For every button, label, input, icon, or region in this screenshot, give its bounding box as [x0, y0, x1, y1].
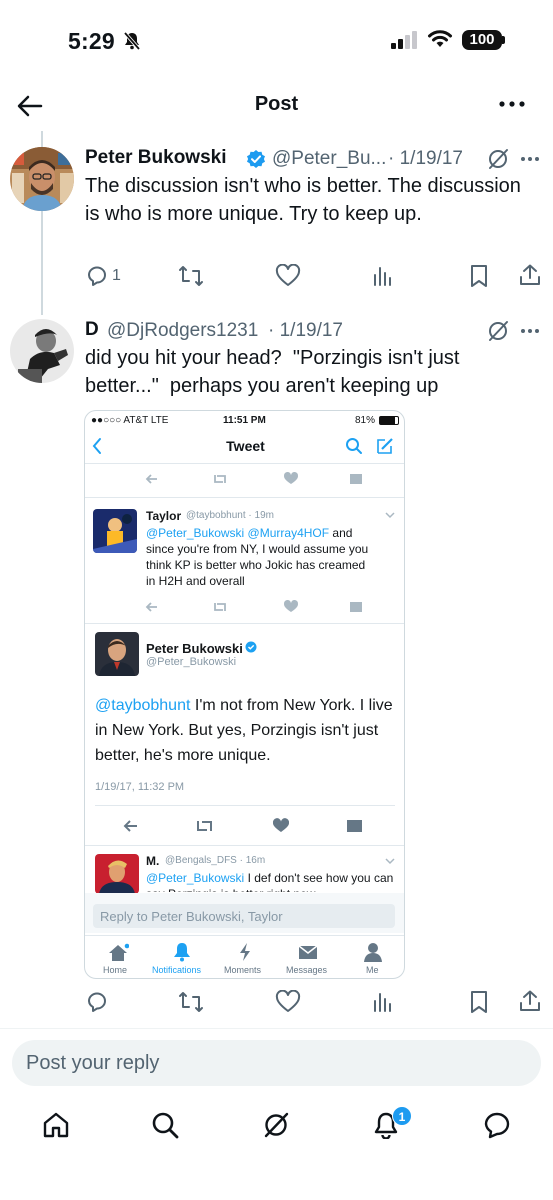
embed-peter-name: Peter Bukowski [146, 641, 243, 656]
embed-notifications-icon [173, 942, 191, 962]
embed-tab-me: Me [366, 965, 379, 975]
bookmark-icon[interactable] [468, 264, 490, 288]
embed-time: 11:51 PM [223, 415, 266, 426]
reply-count: 1 [112, 267, 121, 284]
author-handle[interactable]: @Peter_Bu... [272, 148, 386, 170]
share-icon[interactable] [518, 263, 542, 287]
embed-verified-icon [245, 641, 257, 653]
embed-chevron-icon [385, 511, 395, 519]
grok-icon[interactable] [486, 319, 510, 343]
embed-actions-row [85, 597, 404, 617]
post-text: did you hit your head? "Porzingis isn't … [85, 347, 466, 397]
post-date: · 1/19/17 [388, 148, 463, 169]
embed-m-name: M. [146, 854, 160, 868]
embed-moments-icon [238, 942, 252, 962]
verified-badge-icon [246, 149, 266, 169]
repost-icon[interactable] [178, 264, 204, 288]
page-title: Post [254, 93, 299, 115]
embed-chevron-icon [385, 857, 395, 865]
embed-m-handle: @Bengals_DFS · 16m [165, 855, 266, 866]
reply-placeholder: Post your reply [26, 1052, 160, 1074]
battery-indicator: 100 [462, 30, 502, 50]
grok-icon[interactable] [486, 147, 510, 171]
search-icon[interactable] [151, 1111, 179, 1139]
embed-messages-icon [298, 945, 318, 960]
embed-tab-notifications: Notifications [152, 965, 202, 975]
embed-home-icon [107, 943, 129, 963]
avatar[interactable] [10, 319, 74, 383]
embed-tab-moments: Moments [224, 965, 262, 975]
author-name[interactable]: Peter Bukowski [85, 147, 227, 169]
embed-taylor-text: @Peter_Bukowski @Murray4HOF and since yo… [146, 525, 374, 589]
status-time: 5:29 [68, 28, 115, 54]
embedded-screenshot[interactable]: ●●○○○ AT&T LTE 11:51 PM 81% Tweet Taylor… [84, 410, 405, 979]
embed-carrier: ●●○○○ AT&T LTE [91, 415, 169, 426]
embed-avatar-peter [95, 632, 139, 676]
embed-avatar-m [95, 854, 139, 894]
cellular-signal-icon [391, 31, 419, 49]
embed-reply-placeholder: Reply to Peter Bukowski, Taylor [100, 909, 283, 924]
wifi-icon [427, 29, 453, 49]
more-options-icon[interactable] [520, 328, 540, 334]
embed-search-icon [345, 437, 363, 455]
share-icon[interactable] [518, 989, 542, 1013]
divider [0, 1028, 553, 1029]
embed-tab-home: Home [103, 965, 128, 975]
embed-actions-row [85, 815, 404, 837]
reply-icon[interactable] [85, 264, 109, 288]
embed-peter-text: @taybobhunt I'm not from New York. I liv… [95, 693, 395, 768]
author-handle[interactable]: @DjRodgers1231 [107, 320, 258, 342]
like-icon[interactable] [275, 264, 301, 288]
like-icon[interactable] [275, 990, 301, 1014]
embed-avatar-taylor [93, 509, 137, 553]
post-text: The discussion isn't who is better. The … [85, 175, 521, 225]
avatar[interactable] [10, 147, 74, 211]
home-icon[interactable] [42, 1111, 70, 1139]
embed-battery-text: 81% [355, 415, 376, 426]
embed-peter-mention: @taybobhunt [95, 697, 191, 714]
embed-m-mention: @Peter_Bukowski [146, 871, 245, 885]
grok-icon[interactable] [262, 1111, 290, 1139]
bell-slash-icon [122, 31, 142, 51]
more-options-icon[interactable] [498, 97, 526, 111]
embed-m-text: @Peter_Bukowski I def don't see how you … [146, 870, 396, 892]
reply-icon[interactable] [85, 990, 109, 1014]
bookmark-icon[interactable] [468, 990, 490, 1014]
views-icon[interactable] [372, 265, 394, 287]
embed-taylor-name: Taylor [146, 509, 182, 523]
post-date: · 1/19/17 [268, 320, 343, 341]
embed-taylor-mentions: @Peter_Bukowski @Murray4HOF [146, 526, 330, 540]
embed-peter-timestamp: 1/19/17, 11:32 PM [95, 781, 185, 793]
more-options-icon[interactable] [520, 156, 540, 162]
embed-actions-row [85, 469, 404, 489]
notification-badge: 1 [392, 1106, 412, 1126]
repost-icon[interactable] [178, 990, 204, 1014]
embed-taylor-handle: @taybobhunt · 19m [186, 510, 274, 521]
embed-tab-messages: Messages [286, 965, 328, 975]
embed-battery-icon [379, 416, 399, 425]
messages-icon[interactable] [482, 1111, 512, 1139]
embed-peter-handle: @Peter_Bukowski [146, 656, 237, 668]
author-name[interactable]: D [85, 319, 99, 341]
embed-compose-icon [375, 436, 395, 456]
views-icon[interactable] [372, 991, 394, 1013]
battery-nub [502, 36, 505, 44]
embed-me-icon [364, 942, 382, 962]
